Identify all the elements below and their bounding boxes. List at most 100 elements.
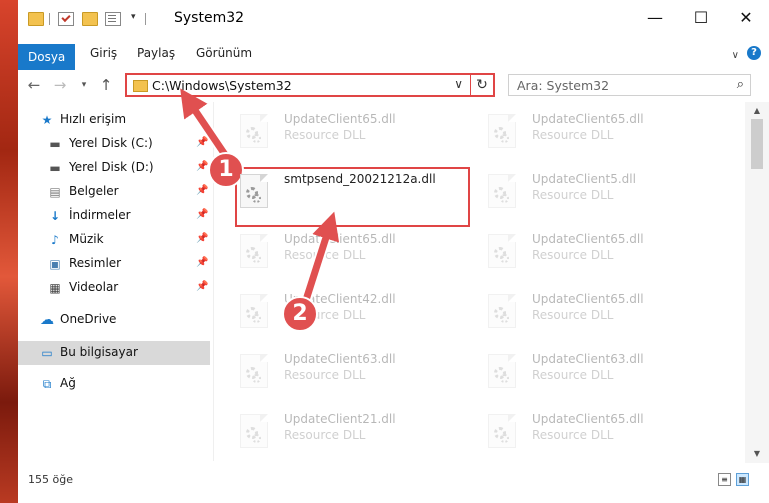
title-bar: ▾ System32 — ☐ ✕ — [18, 0, 769, 36]
nav-item-label: Ağ — [60, 376, 76, 390]
scrollbar-thumb[interactable] — [751, 119, 763, 169]
file-item[interactable]: UpdateClient21.dll Resource DLL — [214, 404, 454, 460]
tab-home[interactable]: Giriş — [88, 42, 119, 64]
tab-view[interactable]: Görünüm — [194, 42, 254, 64]
pin-icon[interactable]: 📌 — [196, 281, 208, 292]
dll-file-icon — [240, 294, 268, 328]
file-name: UpdateClient65.dll — [532, 232, 644, 246]
details-view-icon[interactable]: ≡ — [718, 473, 731, 486]
window-title: System32 — [174, 10, 245, 26]
file-type: Resource DLL — [532, 308, 614, 322]
nav-item-label: Videolar — [69, 280, 119, 294]
address-bar-row: ← → ▾ ↑ C:\Windows\System32 ∨ ↻ Ara: Sys… — [18, 70, 769, 100]
address-dropdown-chevron-icon[interactable]: ∨ — [454, 77, 463, 91]
tab-share[interactable]: Paylaş — [135, 42, 177, 64]
dll-file-icon — [488, 294, 516, 328]
file-item[interactable]: UpdateClient5.dll Resource DLL — [462, 164, 702, 220]
vertical-scrollbar[interactable]: ▲ ▼ — [745, 102, 769, 463]
dll-file-icon — [488, 174, 516, 208]
address-field[interactable]: C:\Windows\System32 ∨ ↻ — [125, 73, 495, 97]
star-icon: ★ — [41, 113, 53, 127]
nav-item-quick-access[interactable]: ★ Hızlı erişim — [18, 108, 210, 132]
file-item[interactable]: UpdateClient65.dll Resource DLL — [462, 104, 702, 160]
nav-item-local-disk-d[interactable]: ▬ Yerel Disk (D:) 📌 — [18, 156, 210, 180]
nav-item-downloads[interactable]: ↓ İndirmeler 📌 — [18, 204, 210, 228]
file-item-highlighted[interactable]: smtpsend_20021212a.dll — [214, 164, 454, 220]
nav-item-videos[interactable]: ▦ Videolar 📌 — [18, 276, 210, 300]
nav-item-documents[interactable]: ▤ Belgeler 📌 — [18, 180, 210, 204]
file-item[interactable]: UpdateClient65.dll Resource DLL — [462, 224, 702, 280]
customize-toolbar-chevron-icon[interactable]: ▾ — [131, 12, 136, 22]
file-type: Resource DLL — [284, 248, 366, 262]
file-name: UpdateClient63.dll — [284, 352, 396, 366]
pin-icon[interactable]: 📌 — [196, 257, 208, 268]
file-type: Resource DLL — [532, 128, 614, 142]
file-item[interactable]: UpdateClient65.dll Resource DLL — [214, 104, 454, 160]
file-name: UpdateClient65.dll — [532, 112, 644, 126]
pin-icon[interactable]: 📌 — [196, 137, 208, 148]
search-placeholder: Ara: System32 — [517, 78, 610, 93]
ribbon-tabs: Dosya Giriş Paylaş Görünüm ∨ ? — [18, 36, 769, 71]
pin-icon[interactable]: 📌 — [196, 209, 208, 220]
refresh-button[interactable]: ↻ — [470, 75, 493, 95]
pin-icon[interactable]: 📌 — [196, 185, 208, 196]
nav-item-label: Hızlı erişim — [60, 112, 127, 126]
file-item[interactable]: UpdateClient63.dll Resource DLL — [462, 344, 702, 400]
file-item[interactable]: UpdateClient65.dll Resource DLL — [462, 404, 702, 460]
file-name: UpdateClient65.dll — [532, 412, 644, 426]
file-name: UpdateClient21.dll — [284, 412, 396, 426]
nav-item-label: Yerel Disk (C:) — [69, 136, 153, 150]
file-type: Resource DLL — [284, 128, 366, 142]
dll-file-icon — [488, 114, 516, 148]
nav-item-label: Belgeler — [69, 184, 119, 198]
nav-item-label: Yerel Disk (D:) — [69, 160, 154, 174]
expand-ribbon-chevron-icon[interactable]: ∨ — [732, 50, 739, 61]
dll-file-icon — [240, 234, 268, 268]
minimize-button[interactable]: — — [632, 0, 678, 36]
drive-icon: ▬ — [49, 161, 61, 175]
file-name: UpdateClient65.dll — [284, 112, 396, 126]
nav-item-music[interactable]: ♪ Müzik 📌 — [18, 228, 210, 252]
tab-file[interactable]: Dosya — [18, 44, 76, 70]
file-item[interactable]: UpdateClient65.dll Resource DLL — [462, 284, 702, 340]
dll-file-icon — [240, 114, 268, 148]
address-path[interactable]: C:\Windows\System32 — [152, 78, 292, 93]
scroll-up-arrow-icon[interactable]: ▲ — [745, 104, 769, 118]
status-bar: 155 öğe ≡ ▦ — [18, 463, 769, 503]
file-item[interactable]: UpdateClient65.dll Resource DLL — [214, 224, 454, 280]
pictures-icon: ▣ — [49, 257, 61, 271]
new-folder-icon[interactable] — [82, 12, 98, 26]
nav-item-local-disk-c[interactable]: ▬ Yerel Disk (C:) 📌 — [18, 132, 210, 156]
large-icons-view-icon[interactable]: ▦ — [736, 473, 749, 486]
quick-access-toolbar-icon[interactable] — [105, 12, 121, 26]
close-button[interactable]: ✕ — [723, 0, 769, 36]
item-count: 155 öğe — [28, 473, 73, 486]
file-item[interactable]: UpdateClient63.dll Resource DLL — [214, 344, 454, 400]
forward-arrow-icon[interactable]: → — [50, 75, 70, 95]
music-icon: ♪ — [51, 233, 59, 247]
file-name: UpdateClient63.dll — [532, 352, 644, 366]
maximize-button[interactable]: ☐ — [678, 0, 724, 36]
help-icon[interactable]: ? — [747, 46, 761, 60]
dll-file-icon — [488, 234, 516, 268]
nav-item-pictures[interactable]: ▣ Resimler 📌 — [18, 252, 210, 276]
pin-icon[interactable]: 📌 — [196, 233, 208, 244]
scroll-down-arrow-icon[interactable]: ▼ — [745, 447, 769, 461]
file-type: Resource DLL — [284, 428, 366, 442]
nav-item-onedrive[interactable]: ☁ OneDrive — [18, 308, 210, 332]
up-arrow-icon[interactable]: ↑ — [96, 75, 116, 95]
file-name: UpdateClient5.dll — [532, 172, 636, 186]
drive-icon: ▬ — [49, 137, 61, 151]
file-item[interactable]: UpdateClient42.dll Resource DLL — [214, 284, 454, 340]
search-icon[interactable]: ⌕ — [737, 77, 744, 92]
file-name: UpdateClient65.dll — [532, 292, 644, 306]
network-icon: ⧉ — [42, 377, 52, 391]
nav-item-network[interactable]: ⧉ Ağ — [18, 372, 210, 396]
search-input[interactable]: Ara: System32 ⌕ — [508, 74, 751, 96]
back-arrow-icon[interactable]: ← — [24, 75, 44, 95]
recent-locations-chevron-icon[interactable]: ▾ — [74, 75, 94, 95]
properties-check-icon[interactable] — [58, 12, 74, 26]
nav-item-this-pc[interactable]: ▭ Bu bilgisayar — [18, 341, 210, 365]
navigation-pane: ★ Hızlı erişim ▬ Yerel Disk (C:) 📌 ▬ Yer… — [18, 102, 214, 461]
pin-icon[interactable]: 📌 — [196, 161, 208, 172]
